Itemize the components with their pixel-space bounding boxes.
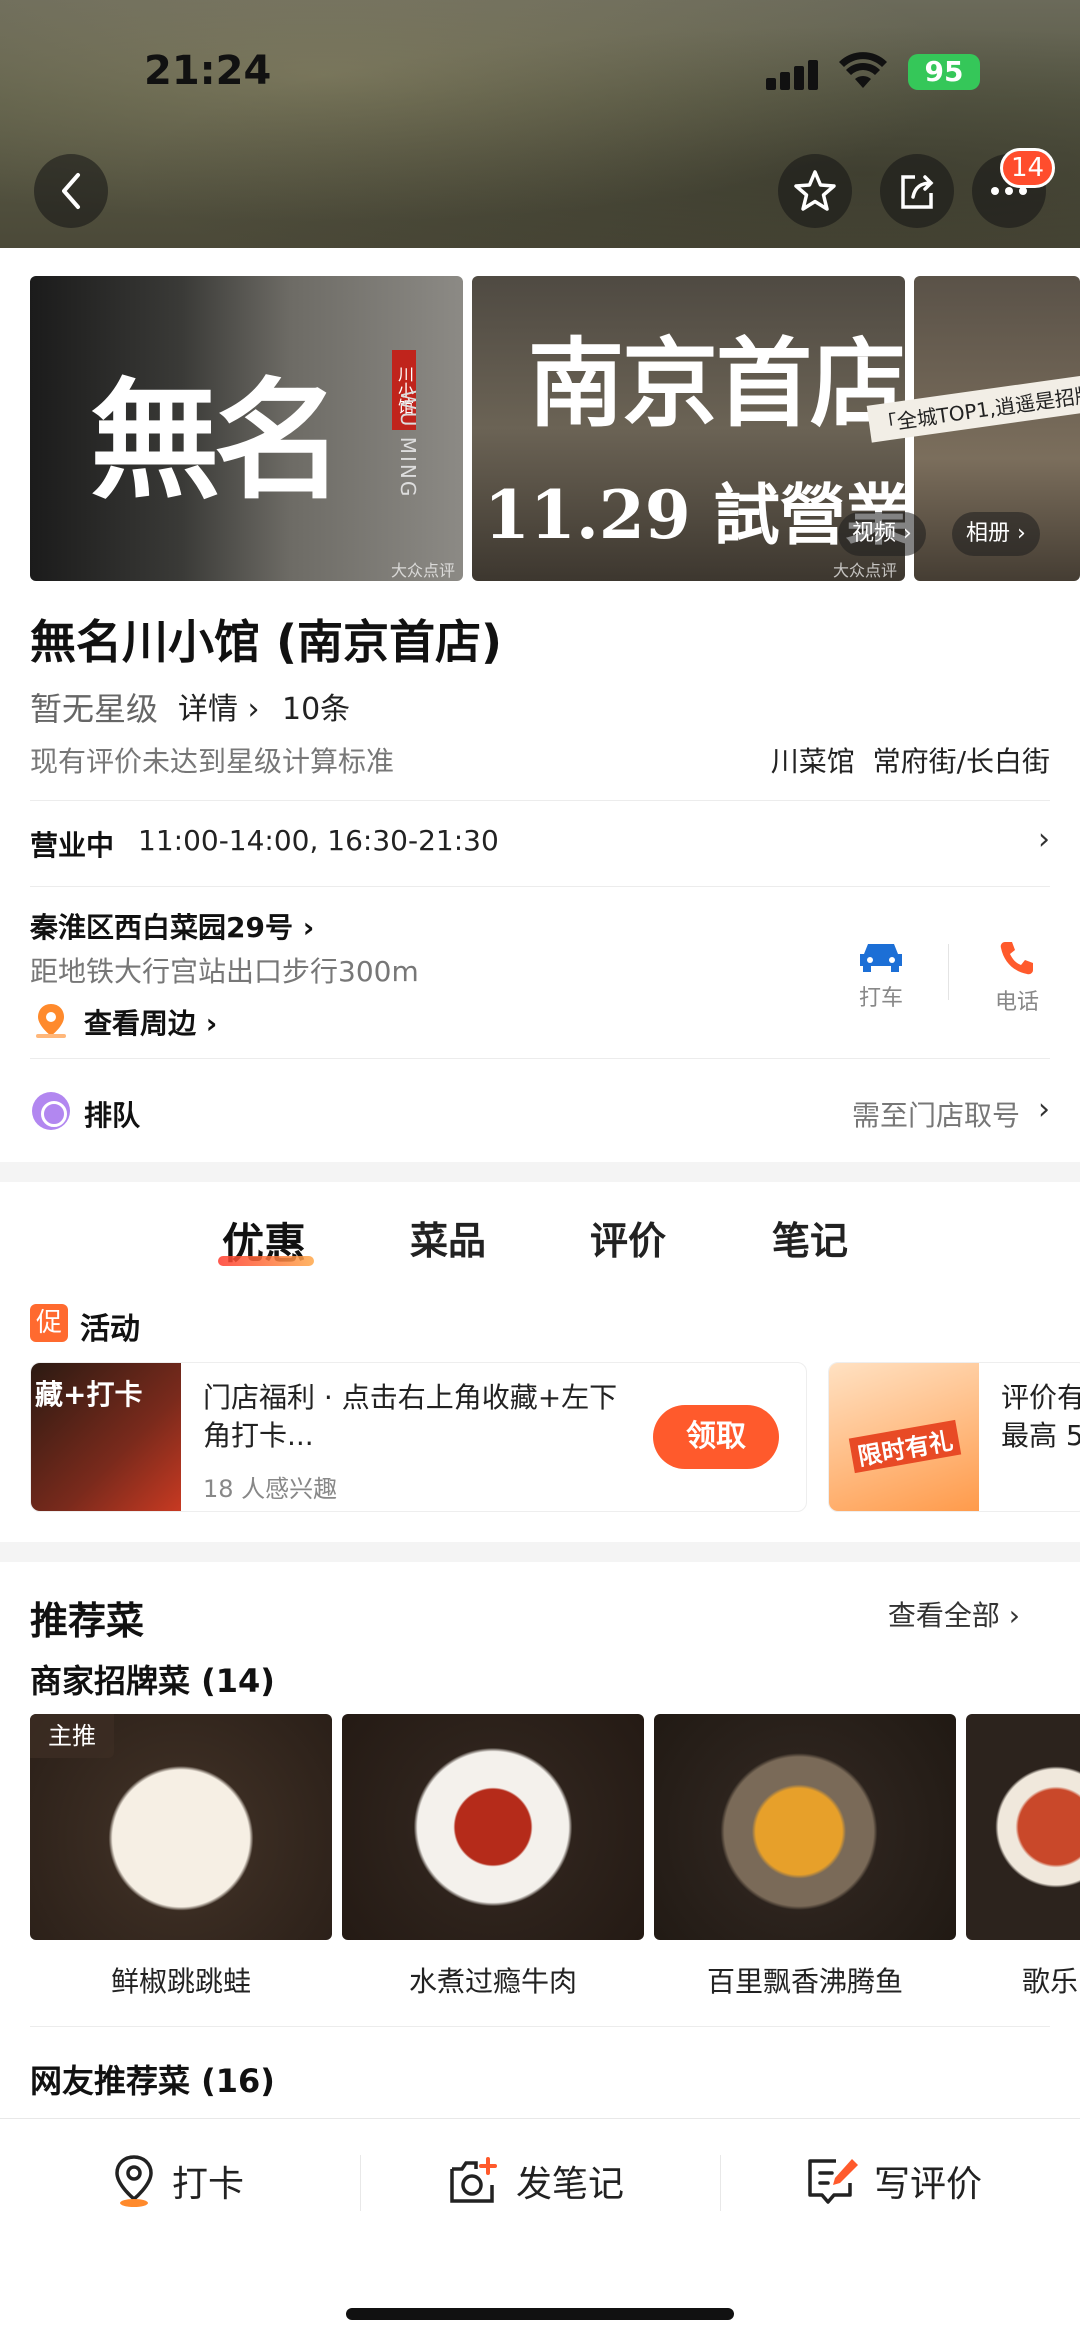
car-icon — [860, 944, 902, 972]
post-note-button[interactable]: 发笔记 — [446, 2151, 624, 2211]
notification-badge: 14 — [1000, 148, 1056, 188]
divider — [720, 2155, 721, 2211]
image-title: 南京首店 — [528, 327, 905, 440]
dish-name[interactable]: 歌乐 — [1022, 1960, 1080, 2000]
phone-label: 电话 — [994, 990, 1039, 1015]
category-area: 川菜馆 常府街/长白街 — [771, 740, 1050, 780]
claim-button[interactable]: 领取 — [653, 1405, 779, 1469]
hours-status: 营业中 — [30, 829, 115, 862]
category: 川菜馆 — [770, 745, 855, 778]
tab-reviews[interactable]: 评价 — [590, 1210, 666, 1265]
clock-icon — [32, 1092, 70, 1130]
star-icon — [794, 170, 836, 211]
netizen-title: 网友推荐菜 (16) — [30, 2062, 275, 2100]
share-button[interactable] — [880, 154, 954, 228]
shop-name: 無名川小馆 (南京首店) — [30, 615, 503, 669]
coupon-text: 门店福利 · 点击右上角收藏+左下角打卡... — [203, 1381, 618, 1452]
divider — [30, 800, 1050, 801]
tab-active-indicator — [218, 1256, 314, 1266]
video-button[interactable]: 视频 › — [838, 512, 926, 556]
coupon-image: 限时有礼 — [829, 1363, 979, 1511]
taxi-button[interactable]: 打车 — [836, 938, 926, 1012]
queue-label: 排队 — [84, 1099, 141, 1132]
divider — [30, 886, 1050, 887]
dish-image[interactable] — [966, 1714, 1080, 1940]
hours-value: 11:00-14:00, 16:30-21:30 — [138, 824, 499, 857]
coupon-text-line: 最高 5 — [1001, 1419, 1080, 1452]
home-indicator — [346, 2308, 734, 2320]
promo-title: 活动 — [80, 1312, 140, 1347]
address-hint: 距地铁大行宫站出口步行300m — [30, 955, 419, 988]
album-button[interactable]: 相册 › — [952, 512, 1040, 556]
dish-name[interactable]: 百里飘香沸腾鱼 — [654, 1960, 956, 2000]
address: 秦淮区西白菜园29号 — [30, 911, 293, 944]
coupon-image-text: 限时有礼 — [848, 1419, 962, 1474]
tab-notes[interactable]: 笔记 — [772, 1210, 848, 1265]
coupon-image-text: 藏+打卡 — [35, 1378, 143, 1411]
status-time: 21:24 — [144, 48, 272, 94]
chevron-right-icon: › — [1038, 1092, 1050, 1127]
section-gap — [0, 1162, 1080, 1182]
tab-dishes[interactable]: 菜品 — [410, 1210, 486, 1265]
camera-plus-icon — [450, 2157, 497, 2203]
status-bar: 21:24 95 — [0, 0, 1080, 140]
detail-label: 详情 — [178, 692, 238, 727]
chevron-left-icon — [62, 173, 80, 209]
coupon-card[interactable]: 限时有礼 评价有 最高 5 — [828, 1362, 1080, 1512]
see-all-label: 查看全部 — [887, 1599, 1000, 1632]
wifi-icon — [838, 52, 888, 94]
taxi-label: 打车 — [858, 986, 903, 1011]
divider — [30, 2026, 1050, 2027]
watermark: 大众点评 — [390, 561, 455, 580]
coupon-text: 评价有 最高 5 — [1001, 1379, 1080, 1455]
post-note-label: 发笔记 — [516, 2164, 625, 2205]
album-label: 相册 — [966, 521, 1011, 546]
edit-review-icon — [808, 2159, 858, 2204]
area: 常府街/长白街 — [872, 745, 1050, 778]
coupon-image: 藏+打卡 — [31, 1363, 181, 1511]
divider — [948, 944, 949, 1000]
star-rating: 暂无星级 — [30, 690, 159, 728]
dish-name[interactable]: 鲜椒跳跳蛙 — [30, 1960, 332, 2000]
see-all-link[interactable]: 查看全部 › — [888, 1594, 1020, 1634]
phone-button[interactable]: 电话 — [972, 938, 1062, 1016]
checkin-label: 打卡 — [172, 2164, 245, 2205]
coupon-text-line: 评价有 — [1001, 1381, 1080, 1414]
dish-name[interactable]: 水煮过瘾牛肉 — [342, 1960, 644, 2000]
back-button[interactable] — [34, 154, 108, 228]
chevron-right-icon: › — [1038, 822, 1050, 857]
location-pin-icon — [115, 2155, 153, 2207]
phone-icon — [1000, 942, 1033, 975]
rating-detail-link[interactable]: 详情 › — [178, 684, 260, 728]
signal-icon — [766, 58, 822, 90]
image-en-text: WU MING — [396, 390, 420, 499]
dish-image[interactable] — [654, 1714, 956, 1940]
divider — [360, 2155, 361, 2211]
review-count[interactable]: 10条 — [282, 684, 350, 728]
watermark: 大众点评 — [832, 561, 897, 580]
location-pin-icon — [34, 1002, 68, 1044]
share-icon — [901, 175, 934, 209]
nearby-label: 查看周边 — [84, 1007, 197, 1040]
address-link[interactable]: 秦淮区西白菜园29号 › — [30, 906, 314, 946]
rating-note: 现有评价未达到星级计算标准 — [30, 745, 395, 778]
favorite-button[interactable] — [778, 154, 852, 228]
promo-badge: 促 — [30, 1304, 68, 1342]
checkin-button[interactable]: 打卡 — [110, 2151, 244, 2211]
coupon-meta: 18 人感兴趣 — [203, 1475, 338, 1503]
video-label: 视频 — [852, 521, 897, 546]
nearby-link[interactable]: 查看周边 › — [84, 1002, 217, 1042]
battery-indicator: 95 — [908, 54, 980, 90]
coupon-card[interactable]: 藏+打卡 门店福利 · 点击右上角收藏+左下角打卡... 18 人感兴趣 领取 — [30, 1362, 807, 1512]
image-title: 無名 — [90, 364, 344, 517]
signature-title: 商家招牌菜 (14) — [30, 1662, 275, 1700]
dish-image[interactable] — [342, 1714, 644, 1940]
recommended-title: 推荐菜 — [30, 1599, 145, 1643]
write-review-button[interactable]: 写评价 — [806, 2151, 982, 2211]
section-gap — [0, 1542, 1080, 1562]
queue-hint: 需至门店取号 — [851, 1099, 1020, 1132]
divider — [30, 1058, 1050, 1059]
write-review-label: 写评价 — [874, 2164, 983, 2205]
dish-badge: 主推 — [30, 1714, 114, 1758]
